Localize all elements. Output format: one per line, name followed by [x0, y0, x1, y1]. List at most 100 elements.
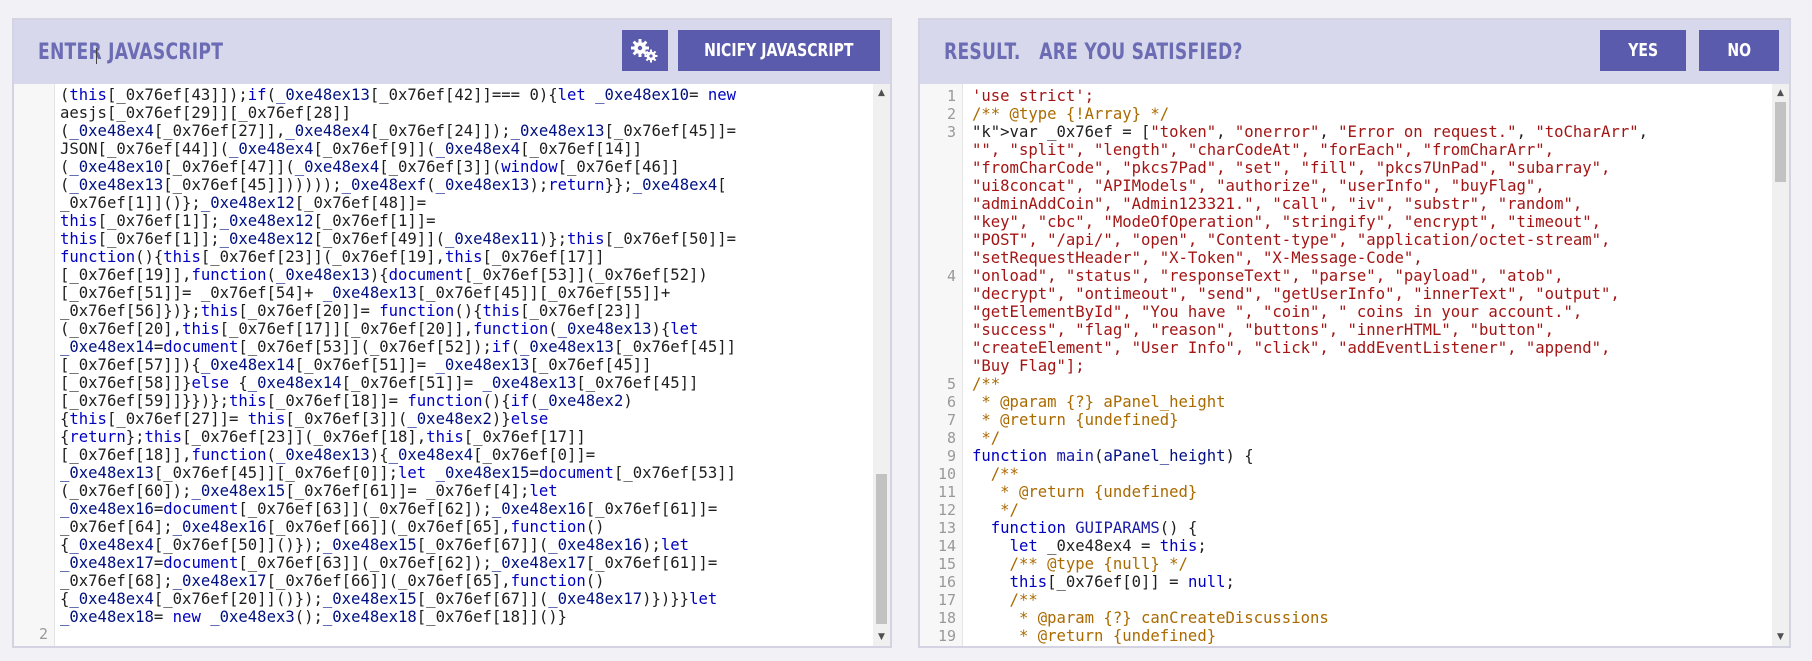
- code-line: /**: [972, 465, 1019, 483]
- code-line: (_0xe48ex13[_0x76ef[45]])))));_0xe48exf(…: [60, 176, 727, 194]
- code-line: aesjs[_0x76ef[29]][_0x76ef[28]]: [60, 104, 352, 122]
- code-line: function main(aPanel_height) {: [972, 447, 1254, 465]
- code-line: _0xe48ex16=document[_0x76ef[63]](_0x76ef…: [60, 500, 718, 518]
- gears-icon: [631, 38, 658, 62]
- input-scrollbar[interactable]: ▲ ▼: [873, 84, 890, 646]
- code-line: /** @type {null} */: [972, 555, 1188, 573]
- code-line: (this[_0x76ef[43]]);if(_0xe48ex13[_0x76e…: [60, 86, 737, 104]
- code-line: this[_0x76ef[1]];_0xe48ex12[_0x76ef[1]]=: [60, 212, 436, 230]
- code-line: "Buy Flag"];: [972, 357, 1085, 375]
- code-line: function(){this[_0x76ef[23]](_0x76ef[19]…: [60, 248, 605, 266]
- text-cursor-icon: [96, 48, 97, 64]
- code-line: _0xe48ex17=document[_0x76ef[63]](_0x76ef…: [60, 554, 718, 572]
- code-line: JSON[_0x76ef[44]](_0xe48ex4[_0x76ef[9]](…: [60, 140, 643, 158]
- yes-label: YES: [1628, 40, 1658, 61]
- line-number: 4: [946, 267, 956, 285]
- input-code-editor[interactable]: 2 (this[_0x76ef[43]]);if(_0xe48ex13[_0x7…: [14, 84, 890, 646]
- code-line: _0x76ef[64];_0xe48ex16[_0x76ef[66]](_0x7…: [60, 518, 605, 536]
- code-line: "decrypt", "ontimeout", "send", "getUser…: [972, 285, 1620, 303]
- code-line: "setRequestHeader", "X-Token", "X-Messag…: [972, 249, 1423, 267]
- nicify-javascript-button[interactable]: NICIFY JAVASCRIPT: [678, 30, 880, 71]
- result-code-editor[interactable]: 1 2 3 4 5 6 7 8 9 10 11 12 13 14 15 16 17 18 19 'use stric…: [920, 84, 1789, 646]
- result-panel: RESULT. ARE YOU SATISFIED? YES NO 123456…: [918, 18, 1791, 648]
- input-panel: ENTER JAVASCRIPT NICIFY JAVASCRIPT 2 (th…: [12, 18, 892, 648]
- code-line: "POST", "/api/", "open", "Content-type",…: [972, 231, 1611, 249]
- code-line: [_0x76ef[57]]){_0xe48ex14[_0x76ef[51]]= …: [60, 356, 652, 374]
- code-line: "getElementById", "You have ", "coin", "…: [972, 303, 1583, 321]
- scroll-down-arrow-icon[interactable]: ▼: [873, 630, 890, 644]
- settings-button[interactable]: [622, 30, 668, 71]
- code-line: _0x76ef[56]})};this[_0x76ef[20]]= functi…: [60, 302, 643, 320]
- code-line: (_0x76ef[20],this[_0x76ef[17]][_0x76ef[2…: [60, 320, 699, 338]
- code-line: this[_0x76ef[0]] = null;: [1009, 573, 1235, 591]
- scroll-thumb[interactable]: [876, 474, 887, 624]
- no-button[interactable]: NO: [1699, 30, 1779, 71]
- scroll-up-arrow-icon[interactable]: ▲: [1772, 86, 1789, 100]
- code-line: function GUIPARAMS() {: [990, 519, 1198, 537]
- line-number: 18: [937, 609, 956, 627]
- code-line: _0x76ef[68];_0xe48ex17[_0x76ef[66]](_0x7…: [60, 572, 605, 590]
- code-line: "onload", "status", "responseText", "par…: [972, 267, 1564, 285]
- input-panel-title: ENTER JAVASCRIPT: [38, 40, 224, 65]
- code-line: (_0xe48ex4[_0x76ef[27]],_0xe48ex4[_0x76e…: [60, 122, 736, 140]
- input-line-gutter: 2: [14, 84, 55, 646]
- line-number: 5: [946, 375, 956, 393]
- yes-button[interactable]: YES: [1600, 30, 1686, 71]
- code-line: */: [972, 429, 1001, 447]
- line-number: 14: [937, 537, 956, 555]
- code-line: 'use strict';: [972, 87, 1095, 105]
- line-number: 16: [937, 573, 956, 591]
- code-line: [_0x76ef[59]]}})};this[_0x76ef[18]]= fun…: [60, 392, 633, 410]
- code-line: _0xe48ex18= new _0xe48ex3();_0xe48ex18[_…: [60, 608, 568, 626]
- code-line: * @return {undefined}: [972, 411, 1179, 429]
- result-panel-header: RESULT. ARE YOU SATISFIED? YES NO: [920, 20, 1789, 84]
- code-line: /**: [972, 375, 1001, 393]
- line-number: 2: [38, 625, 48, 643]
- code-line: {_0xe48ex4[_0x76ef[50]]()});_0xe48ex15[_…: [60, 536, 690, 554]
- nicify-javascript-label: NICIFY JAVASCRIPT: [704, 40, 854, 61]
- scroll-down-arrow-icon[interactable]: ▼: [1772, 630, 1789, 644]
- input-panel-header: ENTER JAVASCRIPT NICIFY JAVASCRIPT: [14, 20, 890, 84]
- code-line: [_0x76ef[58]]}else {_0xe48ex14[_0x76ef[5…: [60, 374, 699, 392]
- scroll-up-arrow-icon[interactable]: ▲: [873, 86, 890, 100]
- code-line: [_0x76ef[19]],function(_0xe48ex13){docum…: [60, 266, 708, 284]
- code-line: {_0xe48ex4[_0x76ef[20]]()});_0xe48ex15[_…: [60, 590, 718, 608]
- line-number: 7: [946, 411, 956, 429]
- code-line: [_0x76ef[51]]= _0x76ef[54]+ _0xe48ex13[_…: [60, 284, 671, 302]
- code-line: _0xe48ex14=document[_0x76ef[53]](_0x76ef…: [60, 338, 736, 356]
- code-line: * @param {?} aPanel_height: [972, 393, 1226, 411]
- code-line: (_0x76ef[60]);_0xe48ex15[_0x76ef[61]]= _…: [60, 482, 558, 500]
- result-line-gutter: 1 2 3 4 5 6 7 8 9 10 11 12 13 14 15 16 17 18 19: [920, 84, 963, 646]
- result-panel-title: RESULT. ARE YOU SATISFIED?: [944, 40, 1243, 65]
- scroll-thumb[interactable]: [1775, 102, 1786, 182]
- code-line: /** @type {!Array} */: [972, 105, 1170, 123]
- code-line: "createElement", "User Info", "click", "…: [972, 339, 1611, 357]
- line-number: 13: [937, 519, 956, 537]
- code-line: "fromCharCode", "pkcs7Pad", "set", "fill…: [972, 159, 1611, 177]
- code-line: _0x76ef[1]]()};_0xe48ex12[_0x76ef[48]]=: [60, 194, 427, 212]
- code-line: "k">var _0x76ef = ["token", "onerror", "…: [972, 123, 1649, 141]
- line-number: 11: [937, 483, 956, 501]
- code-line: (_0xe48ex10[_0x76ef[47]](_0xe48ex4[_0x76…: [60, 158, 680, 176]
- line-number: 6: [946, 393, 956, 411]
- code-line: * @return {undefined}: [972, 627, 1217, 645]
- code-line: /**: [972, 591, 1038, 609]
- code-line: let _0xe48ex4 = this;: [1009, 537, 1207, 555]
- code-line: "adminAddCoin", "Admin123321.", "call", …: [972, 195, 1583, 213]
- line-number: 17: [937, 591, 956, 609]
- line-number: 10: [937, 465, 956, 483]
- input-code-text[interactable]: (this[_0x76ef[43]]);if(_0xe48ex13[_0x76e…: [60, 86, 736, 626]
- line-number: 9: [946, 447, 956, 465]
- result-code-text[interactable]: 'use strict';/** @type {!Array} */"k">va…: [972, 87, 1648, 645]
- code-line: "success", "flag", "reason", "buttons", …: [972, 321, 1555, 339]
- code-line: "", "split", "length", "charCodeAt", "fo…: [972, 141, 1555, 159]
- no-label: NO: [1727, 40, 1751, 61]
- code-line: * @param {?} canCreateDiscussions: [972, 609, 1329, 627]
- line-number: 2: [946, 105, 956, 123]
- code-line: {return};this[_0x76ef[23]](_0x76ef[18],t…: [60, 428, 586, 446]
- code-line: "key", "cbc", "ModeOfOperation", "string…: [972, 213, 1602, 231]
- line-number: 8: [946, 429, 956, 447]
- code-line: */: [972, 501, 1019, 519]
- result-scrollbar[interactable]: ▲ ▼: [1772, 84, 1789, 646]
- code-line: [_0x76ef[18]],function(_0xe48ex13){_0xe4…: [60, 446, 596, 464]
